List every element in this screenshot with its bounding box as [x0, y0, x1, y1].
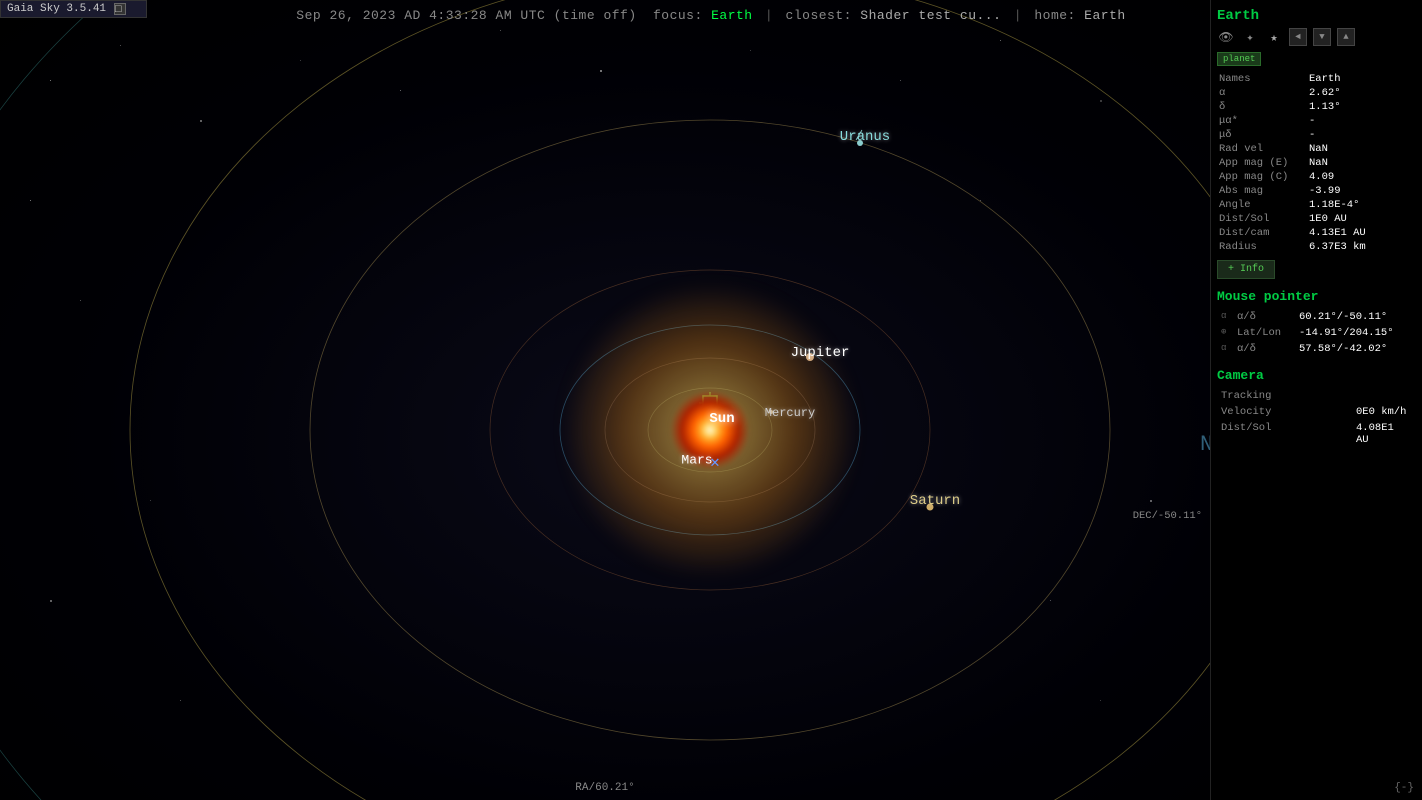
- camera-data-table: Tracking Velocity 0E0 km/h Dist/Sol 4.08…: [1217, 387, 1416, 449]
- row-value: -: [1307, 114, 1416, 128]
- row-value: NaN: [1307, 142, 1416, 156]
- uranus-label: Uranus: [840, 129, 890, 145]
- row-label: App mag (E): [1217, 156, 1307, 170]
- mouse-row: α α/δ 57.58°/-42.02°: [1219, 342, 1414, 356]
- mercury-label: Mercury: [765, 406, 815, 420]
- mouse-value: 57.58°/-42.02°: [1297, 342, 1414, 356]
- closest-label: closest:: [786, 8, 852, 23]
- row-label: Dist/Sol: [1217, 212, 1307, 226]
- dec-coordinate: DEC/-50.11°: [1133, 510, 1202, 522]
- table-row: μα* -: [1217, 114, 1416, 128]
- camera-row: Velocity 0E0 km/h: [1219, 405, 1414, 419]
- camera-value: [1354, 389, 1414, 403]
- table-row: α 2.62°: [1217, 86, 1416, 100]
- row-label: μδ: [1217, 128, 1307, 142]
- bottom-right-indicator: {-}: [1394, 782, 1414, 794]
- mars-label: Mars: [681, 453, 712, 468]
- earth-panel-title: Earth: [1217, 8, 1416, 24]
- mouse-value: -14.91°/204.15°: [1297, 326, 1414, 340]
- row-value: NaN: [1307, 156, 1416, 170]
- row-value: -: [1307, 128, 1416, 142]
- table-row: App mag (C) 4.09: [1217, 170, 1416, 184]
- mouse-icon: α: [1219, 310, 1233, 324]
- mouse-row: α α/δ 60.21°/-50.11°: [1219, 310, 1414, 324]
- row-label: Abs mag: [1217, 184, 1307, 198]
- home-label: home:: [1034, 8, 1076, 23]
- planet-badge: planet: [1217, 52, 1261, 66]
- row-label: δ: [1217, 100, 1307, 114]
- focus-label: focus:: [653, 8, 703, 23]
- bottom-coordinate: RA/60.21°: [575, 782, 634, 794]
- camera-row: Tracking: [1219, 389, 1414, 403]
- star-icon[interactable]: ★: [1265, 28, 1283, 46]
- neptune-label: Neptune: [1200, 432, 1210, 457]
- row-label: Dist/cam: [1217, 226, 1307, 240]
- right-panel: Earth 👁 ✦ ★ ◄ ▼ ▲ planet Names Earth α 2…: [1210, 0, 1422, 800]
- arrow-down-icon[interactable]: ▼: [1313, 28, 1331, 46]
- arrow-left-icon[interactable]: ◄: [1289, 28, 1307, 46]
- camera-target-marker: ✕: [710, 452, 720, 472]
- closest-value: Shader test cu...: [860, 8, 1001, 23]
- mouse-data-table: α α/δ 60.21°/-50.11° ⊕ Lat/Lon -14.91°/2…: [1217, 308, 1416, 358]
- row-value: 1.18E-4°: [1307, 198, 1416, 212]
- mouse-pointer-title: Mouse pointer: [1217, 289, 1416, 304]
- row-value: 6.37E3 km: [1307, 240, 1416, 254]
- sun-label: Sun: [709, 411, 734, 427]
- mouse-label: Lat/Lon: [1235, 326, 1295, 340]
- mouse-row: ⊕ Lat/Lon -14.91°/204.15°: [1219, 326, 1414, 340]
- table-row: Names Earth: [1217, 72, 1416, 86]
- table-row: Dist/Sol 1E0 AU: [1217, 212, 1416, 226]
- row-label: μα*: [1217, 114, 1307, 128]
- row-label: Rad vel: [1217, 142, 1307, 156]
- sep2: |: [1014, 8, 1022, 23]
- table-row: δ 1.13°: [1217, 100, 1416, 114]
- camera-label: Velocity: [1219, 405, 1352, 419]
- table-row: App mag (E) NaN: [1217, 156, 1416, 170]
- camera-row: Dist/Sol 4.08E1 AU: [1219, 421, 1414, 447]
- camera-title: Camera: [1217, 368, 1416, 383]
- earth-panel-icons: 👁 ✦ ★ ◄ ▼ ▲: [1217, 28, 1416, 46]
- row-value: 4.09: [1307, 170, 1416, 184]
- info-button[interactable]: + Info: [1217, 260, 1275, 279]
- camera-label: Tracking: [1219, 389, 1352, 403]
- bookmark-icon[interactable]: ✦: [1241, 28, 1259, 46]
- camera-value: 0E0 km/h: [1354, 405, 1414, 419]
- earth-data-table: Names Earth α 2.62° δ 1.13° μα* - μδ - R…: [1217, 72, 1416, 254]
- table-row: Dist/cam 4.13E1 AU: [1217, 226, 1416, 240]
- row-label: α: [1217, 86, 1307, 100]
- row-label: Names: [1217, 72, 1307, 86]
- space-view[interactable]: Sun Mercury Mars Jupiter Saturn Uranus N…: [0, 0, 1210, 800]
- row-label: App mag (C): [1217, 170, 1307, 184]
- mouse-icon: ⊕: [1219, 326, 1233, 340]
- row-value: 1E0 AU: [1307, 212, 1416, 226]
- row-label: Radius: [1217, 240, 1307, 254]
- mouse-label: α/δ: [1235, 310, 1295, 324]
- mouse-icon: α: [1219, 342, 1233, 356]
- table-row: Abs mag -3.99: [1217, 184, 1416, 198]
- status-bar: Sep 26, 2023 AD 4:33:28 AM UTC (time off…: [0, 8, 1422, 23]
- jupiter-label: Jupiter: [791, 345, 850, 361]
- datetime: Sep 26, 2023 AD 4:33:28 AM UTC (time off…: [296, 8, 636, 23]
- row-value: 1.13°: [1307, 100, 1416, 114]
- focus-value: Earth: [711, 8, 753, 23]
- table-row: Rad vel NaN: [1217, 142, 1416, 156]
- camera-value: 4.08E1 AU: [1354, 421, 1414, 447]
- table-row: μδ -: [1217, 128, 1416, 142]
- table-row: Radius 6.37E3 km: [1217, 240, 1416, 254]
- row-value: 2.62°: [1307, 86, 1416, 100]
- table-row: Angle 1.18E-4°: [1217, 198, 1416, 212]
- saturn-label: Saturn: [910, 493, 960, 509]
- eye-icon[interactable]: 👁: [1217, 28, 1235, 46]
- row-value: 4.13E1 AU: [1307, 226, 1416, 240]
- home-value: Earth: [1084, 8, 1126, 23]
- mouse-label: α/δ: [1235, 342, 1295, 356]
- row-label: Angle: [1217, 198, 1307, 212]
- row-value: -3.99: [1307, 184, 1416, 198]
- row-value: Earth: [1307, 72, 1416, 86]
- arrow-up-icon[interactable]: ▲: [1337, 28, 1355, 46]
- mouse-value: 60.21°/-50.11°: [1297, 310, 1414, 324]
- sep1: |: [765, 8, 773, 23]
- camera-label: Dist/Sol: [1219, 421, 1352, 447]
